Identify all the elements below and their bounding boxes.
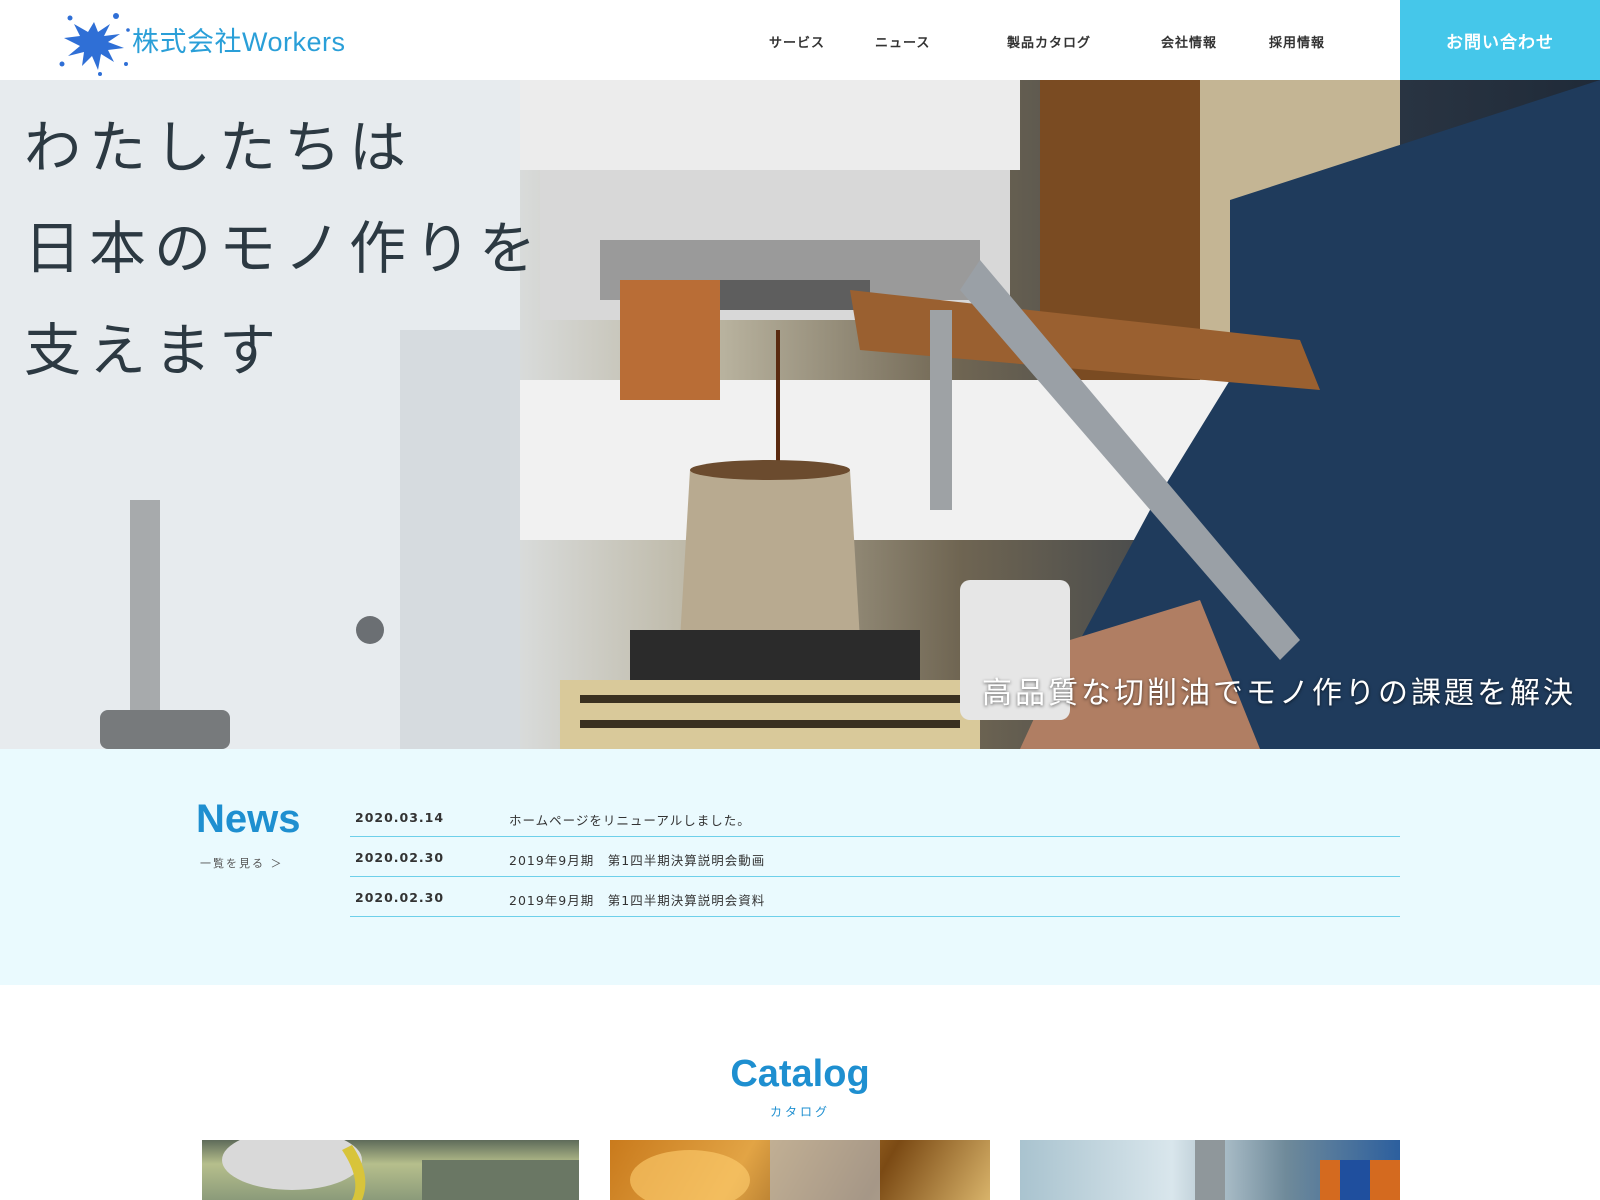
- catalog-image-drill: [1195, 1140, 1400, 1200]
- nav-item-recruit[interactable]: 採用情報: [1269, 32, 1325, 51]
- news-date: 2020.02.30: [355, 890, 445, 905]
- nav-item-service[interactable]: サービス: [769, 32, 825, 51]
- catalog-card-drill[interactable]: [1020, 1140, 1400, 1200]
- contact-button[interactable]: お問い合わせ: [1400, 0, 1600, 80]
- catalog-title: Catalog: [730, 1053, 870, 1095]
- news-view-all-link[interactable]: 一覧を見る ＞: [200, 855, 284, 871]
- company-name[interactable]: 株式会社Workers: [132, 20, 346, 59]
- nav-item-news[interactable]: ニュース: [875, 32, 930, 51]
- catalog-image-oil: [222, 1140, 579, 1200]
- news-title: News: [196, 797, 301, 841]
- hero-heading-line-1: わたしたちは: [24, 115, 414, 181]
- catalog-card-oil-pour[interactable]: [202, 1140, 579, 1200]
- site-header: 株式会社Workers サービス ニュース 製品カタログ 会社情報 採用情報 お…: [0, 0, 1600, 80]
- catalog-image-lathe: [630, 1140, 880, 1200]
- nav-item-company[interactable]: 会社情報: [1161, 32, 1217, 51]
- news-headline[interactable]: 2019年9月期 第1四半期決算説明会動画: [509, 850, 765, 869]
- news-item[interactable]: 2020.03.14 ホームページをリニューアルしました。: [350, 797, 1400, 837]
- news-headline[interactable]: ホームページをリニューアルしました。: [509, 810, 751, 829]
- news-date: 2020.03.14: [355, 810, 445, 825]
- news-date: 2020.02.30: [355, 850, 445, 865]
- hero-banner: わたしたちは 日本のモノ作りを 支えます 高品質な切削油でモノ作りの課題を解決: [0, 80, 1600, 749]
- hero-heading-line-2: 日本のモノ作りを: [24, 216, 544, 282]
- hero-subtitle: 高品質な切削油でモノ作りの課題を解決: [982, 676, 1576, 711]
- news-section: News 一覧を見る ＞ 2020.03.14 ホームページをリニューアルしまし…: [0, 749, 1600, 985]
- news-list: 2020.03.14 ホームページをリニューアルしました。 2020.02.30…: [350, 797, 1400, 917]
- news-headline[interactable]: 2019年9月期 第1四半期決算説明会資料: [509, 890, 765, 909]
- ink-splash-logo-icon[interactable]: [54, 4, 134, 78]
- catalog-card-lathe[interactable]: [610, 1140, 990, 1200]
- news-item[interactable]: 2020.02.30 2019年9月期 第1四半期決算説明会動画: [350, 837, 1400, 877]
- catalog-subtitle: カタログ: [769, 1105, 830, 1119]
- news-item[interactable]: 2020.02.30 2019年9月期 第1四半期決算説明会資料: [350, 877, 1400, 917]
- nav-item-catalog[interactable]: 製品カタログ: [1007, 32, 1091, 51]
- hero-heading-line-3: 支えます: [24, 318, 284, 384]
